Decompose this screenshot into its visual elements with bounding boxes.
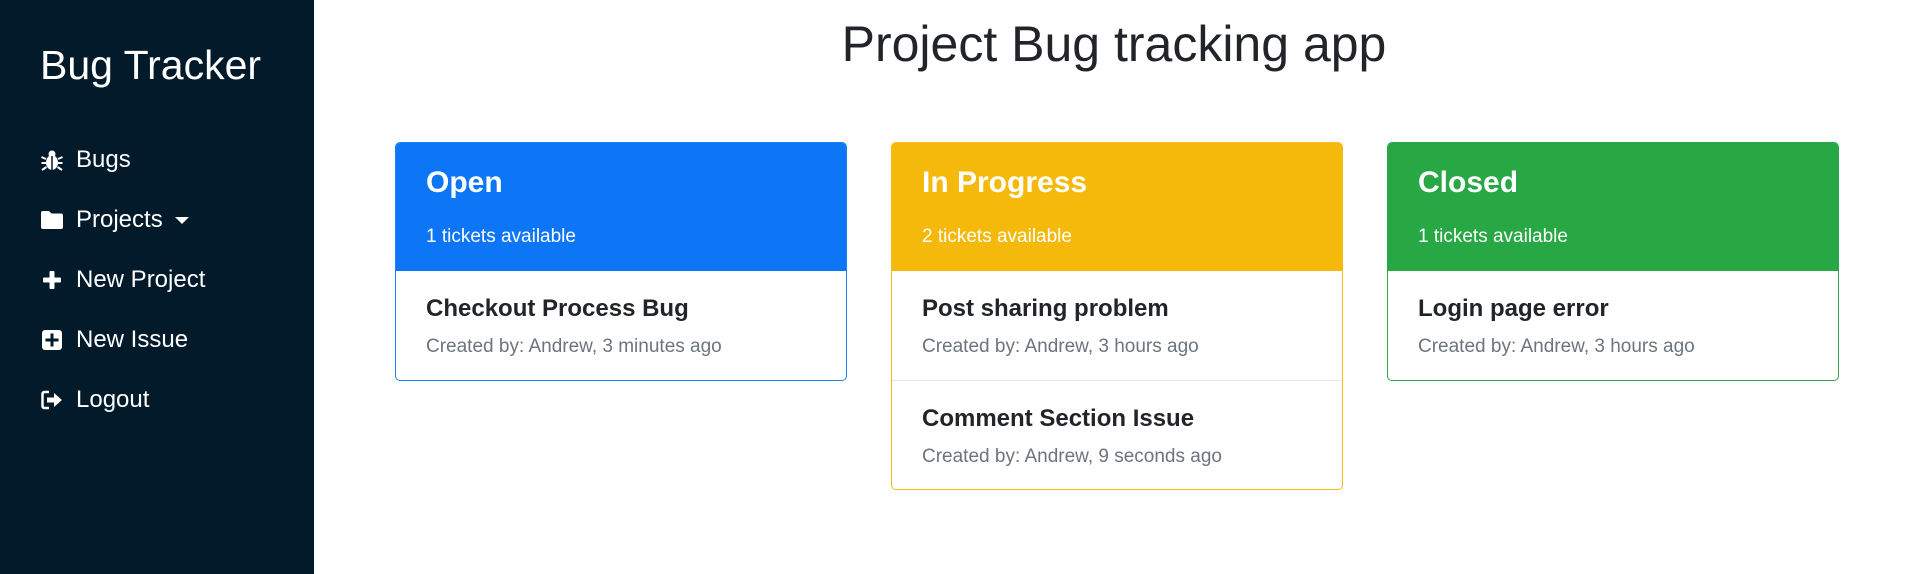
- sidebar-item-label: Projects: [76, 206, 163, 233]
- plus-square-icon: [40, 328, 64, 352]
- column-header: Closed 1 tickets available: [1388, 143, 1838, 271]
- ticket-count: 2 tickets available: [922, 226, 1072, 247]
- brand-title[interactable]: Bug Tracker: [40, 40, 261, 90]
- sign-out-icon: [40, 388, 64, 412]
- ticket-meta: Created by: Andrew, 3 minutes ago: [426, 336, 722, 357]
- caret-down-icon: [174, 216, 189, 224]
- folder-icon: [40, 208, 64, 232]
- column-closed: Closed 1 tickets available Login page er…: [1387, 142, 1839, 381]
- column-title: Open: [426, 166, 503, 199]
- ticket-title: Login page error: [1418, 295, 1609, 322]
- sidebar: Bug Tracker Bugs Projects New Project Ne…: [0, 0, 314, 574]
- column-header: In Progress 2 tickets available: [892, 143, 1342, 271]
- ticket-title: Post sharing problem: [922, 295, 1169, 322]
- plus-icon: [40, 268, 64, 292]
- ticket-card[interactable]: Comment Section Issue Created by: Andrew…: [892, 380, 1342, 489]
- sidebar-nav: Bugs Projects New Project New Issue Logo…: [40, 130, 205, 430]
- column-title: Closed: [1418, 166, 1519, 199]
- column-open: Open 1 tickets available Checkout Proces…: [395, 142, 847, 381]
- sidebar-item-projects[interactable]: Projects: [40, 190, 205, 250]
- sidebar-item-label: New Project: [76, 266, 206, 293]
- sidebar-item-bugs[interactable]: Bugs: [40, 130, 205, 190]
- ticket-card[interactable]: Post sharing problem Created by: Andrew,…: [892, 271, 1342, 380]
- page-title: Project Bug tracking app: [841, 16, 1387, 72]
- ticket-count: 1 tickets available: [426, 226, 576, 247]
- sidebar-item-label: New Issue: [76, 326, 189, 353]
- ticket-meta: Created by: Andrew, 9 seconds ago: [922, 446, 1222, 467]
- sidebar-item-label: Logout: [76, 386, 150, 413]
- ticket-meta: Created by: Andrew, 3 hours ago: [1418, 336, 1695, 357]
- column-title: In Progress: [922, 166, 1088, 199]
- ticket-card[interactable]: Login page error Created by: Andrew, 3 h…: [1388, 271, 1838, 380]
- sidebar-item-label: Bugs: [76, 146, 131, 173]
- ticket-card[interactable]: Checkout Process Bug Created by: Andrew,…: [396, 271, 846, 380]
- ticket-count: 1 tickets available: [1418, 226, 1568, 247]
- column-header: Open 1 tickets available: [396, 143, 846, 271]
- ticket-title: Comment Section Issue: [922, 405, 1195, 432]
- ticket-meta: Created by: Andrew, 3 hours ago: [922, 336, 1199, 357]
- sidebar-item-logout[interactable]: Logout: [40, 370, 205, 430]
- sidebar-item-new-project[interactable]: New Project: [40, 250, 205, 310]
- column-in-progress: In Progress 2 tickets available Post sha…: [891, 142, 1343, 490]
- main-content: Project Bug tracking app Open 1 tickets …: [314, 0, 1914, 574]
- sidebar-item-new-issue[interactable]: New Issue: [40, 310, 205, 370]
- ticket-title: Checkout Process Bug: [426, 295, 689, 322]
- bug-icon: [40, 148, 64, 172]
